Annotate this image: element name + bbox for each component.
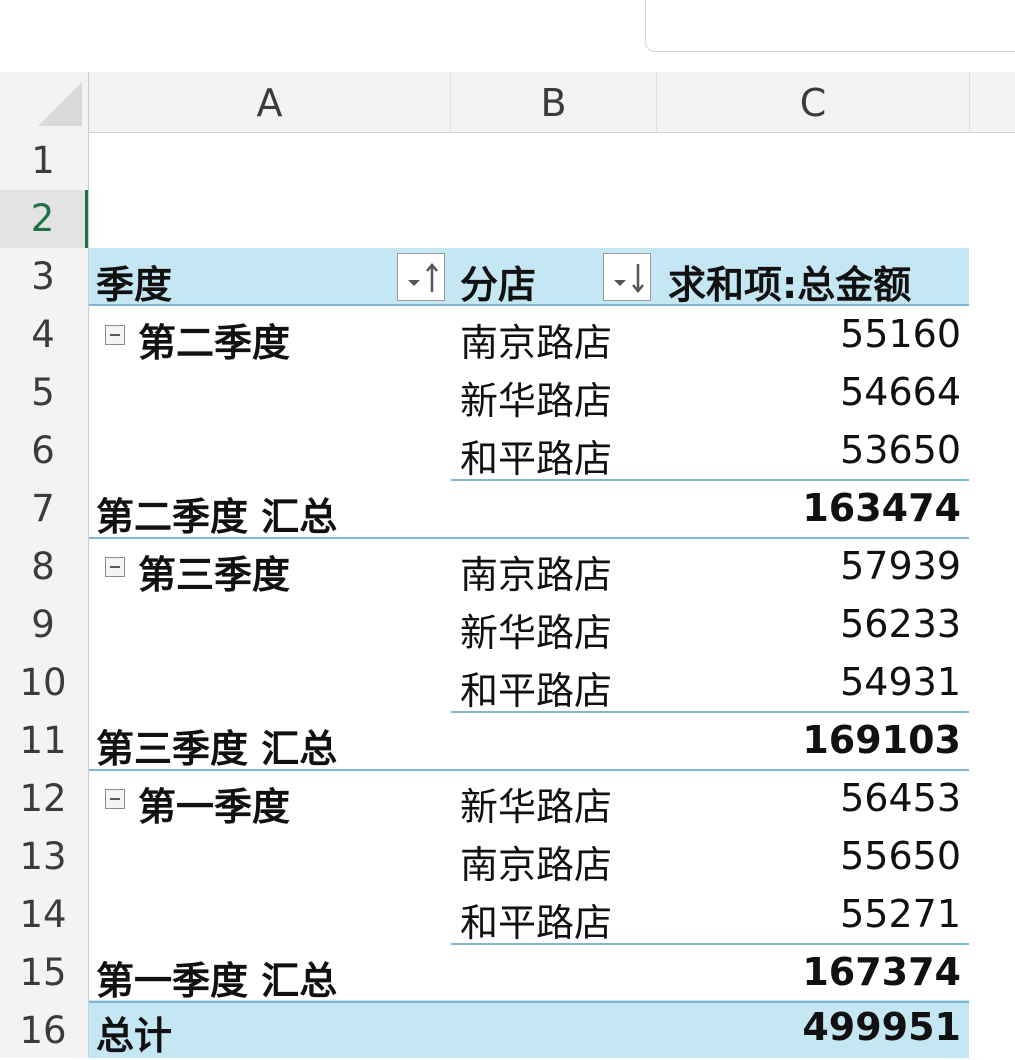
- select-all-triangle-icon: [38, 82, 82, 126]
- pivot-value-cell[interactable]: 54664: [661, 370, 961, 414]
- pivot-value-cell[interactable]: 55160: [661, 312, 961, 356]
- grand-total-value[interactable]: 499951: [661, 1005, 961, 1049]
- minus-box-icon[interactable]: [105, 557, 125, 577]
- pivot-store-cell[interactable]: 南京路店: [460, 312, 612, 367]
- grand-total-label[interactable]: 总计: [96, 1005, 172, 1060]
- pivot-subtotal-label[interactable]: 第三季度 汇总: [96, 718, 337, 773]
- pivot-header-sum[interactable]: 求和项:总金额: [668, 254, 911, 309]
- pivot-store-cell[interactable]: 新华路店: [460, 602, 612, 657]
- pivot-header-store[interactable]: 分店: [460, 254, 536, 309]
- row-header[interactable]: 9: [0, 596, 86, 654]
- column-header-a[interactable]: A: [89, 72, 451, 132]
- pivot-header-underline: [89, 304, 969, 306]
- row-header[interactable]: 10: [0, 654, 86, 712]
- pivot-quarter-label[interactable]: 第一季度: [138, 776, 290, 831]
- pivot-value-cell[interactable]: 56453: [661, 776, 961, 820]
- pivot-subtotal-value[interactable]: 169103: [661, 718, 961, 762]
- pivot-subtotal-label[interactable]: 第一季度 汇总: [96, 950, 337, 1005]
- row-header[interactable]: 13: [0, 828, 86, 886]
- pivot-subtotal-value[interactable]: 167374: [661, 950, 961, 994]
- subtotal-top-line: [451, 479, 969, 481]
- pivot-store-cell[interactable]: 和平路店: [460, 428, 612, 483]
- pivot-store-cell[interactable]: 南京路店: [460, 544, 612, 599]
- minus-box-icon[interactable]: [105, 789, 125, 809]
- subtotal-bottom-line: [89, 1001, 969, 1003]
- formula-bar-box[interactable]: [645, 0, 1015, 52]
- row-header[interactable]: 1: [0, 132, 86, 190]
- row-header[interactable]: 5: [0, 364, 86, 422]
- row-header[interactable]: 8: [0, 538, 86, 596]
- pivot-store-cell[interactable]: 和平路店: [460, 892, 612, 947]
- quarter-sort-filter-button[interactable]: [397, 253, 445, 301]
- pivot-subtotal-value[interactable]: 163474: [661, 486, 961, 530]
- sort-ascending-icon: [408, 263, 438, 292]
- subtotal-top-line: [451, 711, 969, 713]
- pivot-value-cell[interactable]: 55271: [661, 892, 961, 936]
- row-header[interactable]: 14: [0, 886, 86, 944]
- pivot-header-quarter[interactable]: 季度: [96, 254, 172, 309]
- pivot-value-cell[interactable]: 55650: [661, 834, 961, 878]
- column-header-c[interactable]: C: [657, 72, 970, 132]
- sort-descending-icon: [614, 264, 644, 293]
- subtotal-bottom-line: [89, 537, 969, 539]
- row-header[interactable]: 7: [0, 480, 86, 538]
- row-header[interactable]: 12: [0, 770, 86, 828]
- row-header[interactable]: 16: [0, 1002, 86, 1060]
- pivot-store-cell[interactable]: 南京路店: [460, 834, 612, 889]
- pivot-store-cell[interactable]: 和平路店: [460, 660, 612, 715]
- pivot-value-cell[interactable]: 54931: [661, 660, 961, 704]
- pivot-quarter-label[interactable]: 第三季度: [138, 544, 290, 599]
- row-header[interactable]: 11: [0, 712, 86, 770]
- row-header[interactable]: 3: [0, 248, 86, 306]
- subtotal-top-line: [451, 943, 969, 945]
- pivot-value-cell[interactable]: 53650: [661, 428, 961, 472]
- pivot-subtotal-label[interactable]: 第二季度 汇总: [96, 486, 337, 541]
- minus-box-icon[interactable]: [105, 325, 125, 345]
- column-header-b[interactable]: B: [451, 72, 657, 132]
- subtotal-bottom-line: [89, 769, 969, 771]
- row-header[interactable]: 4: [0, 306, 86, 364]
- row-header[interactable]: 2: [0, 190, 88, 248]
- pivot-value-cell[interactable]: 56233: [661, 602, 961, 646]
- row-header[interactable]: 15: [0, 944, 86, 1002]
- pivot-store-cell[interactable]: 新华路店: [460, 776, 612, 831]
- store-sort-filter-button[interactable]: [603, 253, 651, 301]
- pivot-store-cell[interactable]: 新华路店: [460, 370, 612, 425]
- pivot-value-cell[interactable]: 57939: [661, 544, 961, 588]
- pivot-quarter-label[interactable]: 第二季度: [138, 312, 290, 367]
- row-header[interactable]: 6: [0, 422, 86, 480]
